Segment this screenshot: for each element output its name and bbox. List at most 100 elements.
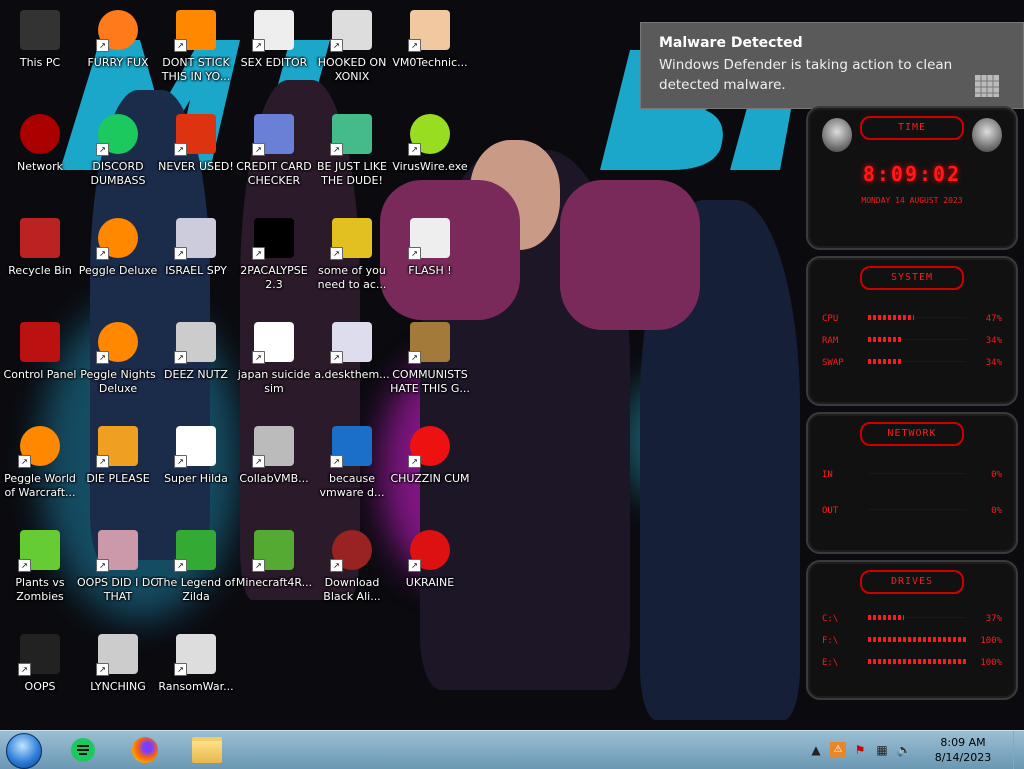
desktop-icon[interactable]: Control Panel [0,318,80,408]
drive-row-label: F:\ [822,636,839,646]
desktop-icon-label: This PC [19,56,61,69]
show-hidden-icons-chevron-icon[interactable]: ▲ [808,742,824,758]
shortcut-arrow-icon: ↗ [18,455,31,468]
desktop-icon[interactable]: ↗ OOPS [0,630,80,720]
desktop-icon-label: FURRY FUX [87,56,149,69]
shortcut-arrow-icon: ↗ [174,455,187,468]
dark-icon: ↗ [18,634,60,676]
taskbar-explorer-button[interactable] [182,733,232,767]
shortcut-arrow-icon: ↗ [330,247,343,260]
desktop-icon[interactable]: ↗ some of you need to ac... [312,214,392,304]
shortcut-arrow-icon: ↗ [174,663,187,676]
xonix-icon: ↗ [330,10,372,52]
desktop-icon[interactable]: ↗ FLASH ! [390,214,470,304]
desktop-icon[interactable]: ↗ FURRY FUX [78,6,158,96]
spy-icon: ↗ [174,218,216,260]
desktop-icon[interactable]: ↗ COMMUNISTS HATE THIS G... [390,318,470,408]
desktop-icon[interactable]: ↗ DISCORD DUMBASS [78,110,158,200]
desktop-icon[interactable]: ↗ CollabVMB... [234,422,314,512]
peggle-icon: ↗ [96,322,138,364]
desktop-icon[interactable]: ↗ Download Black Ali... [312,526,392,616]
notification-title: Malware Detected [659,35,803,51]
desktop-icon[interactable]: ↗ VirusWire.exe [390,110,470,200]
drives-header: DRIVES [860,570,964,594]
time-panel: TIME 8:09:02 MONDAY 14 AUGUST 2023 [806,106,1018,250]
desktop-icon[interactable]: ↗ CHUZZIN CUM [390,422,470,512]
desktop-icon-label: COMMUNISTS HATE THIS G... [390,368,470,395]
shortcut-arrow-icon: ↗ [252,351,265,364]
desktop-icon[interactable]: ↗ OOPS DID I DO THAT [77,526,159,616]
desktop-icon[interactable]: ↗ Peggle Nights Deluxe [78,318,158,408]
desktop-icon[interactable]: Network [0,110,80,200]
desktop-icon[interactable]: ↗ UKRAINE [390,526,470,616]
desktop-icon[interactable]: ↗ RansomWar... [156,630,236,720]
desktop-icon-label: DIE PLEASE [86,472,150,485]
desktop-icon-label: FLASH ! [408,264,452,277]
desktop-icon[interactable]: ↗ DIE PLEASE [78,422,158,512]
drive-row: E:\ 100% [808,652,1016,674]
desktop-icon[interactable]: ↗ a.deskthem... [312,318,392,408]
shortcut-arrow-icon: ↗ [408,559,421,572]
desktop-icon[interactable]: ↗ DEEZ NUTZ [156,318,236,408]
shortcut-arrow-icon: ↗ [252,247,265,260]
desktop-icon[interactable]: ↗ Minecraft4R... [234,526,314,616]
network-row-value: 0% [991,470,1002,480]
shortcut-arrow-icon: ↗ [96,455,109,468]
network-icon[interactable]: ▦ [874,742,890,758]
desktop-icon-label: DEEZ NUTZ [164,368,228,381]
desktop-icon[interactable]: ↗ LYNCHING [78,630,158,720]
desktop-icon[interactable]: ↗ SEX EDITOR [234,6,314,96]
show-desktop-button[interactable] [1013,731,1024,769]
desktop-icon[interactable]: ↗ because vmware d... [312,422,392,512]
malware-notification[interactable]: Malware Detected Windows Defender is tak… [640,22,1024,109]
money-bag-icon: ↗ [408,322,450,364]
action-center-flag-icon[interactable]: ⚑ [852,742,868,758]
desktop-icon-label: Minecraft4R... [235,576,313,589]
network-row: OUT 0% [808,500,1016,522]
taskbar-chat-button[interactable] [58,733,108,767]
desktop-icon-label: because vmware d... [319,472,385,499]
radiation-icon: ↗ [408,530,450,572]
start-button[interactable] [6,733,42,769]
peggle-icon: ↗ [18,426,60,468]
taskbar-firefox-button[interactable] [120,733,170,767]
desktop-icon[interactable]: ↗ Peggle World of Warcraft... [0,422,80,512]
dev-cpp-icon: ↗ [174,114,216,156]
desktop-icon[interactable]: ↗ CREDIT CARD CHECKER [234,110,314,200]
desktop-icon-label: Peggle Deluxe [78,264,158,277]
desktop-icon[interactable]: ↗ BE JUST LIKE THE DUDE! [312,110,392,200]
taskbar-clock[interactable]: 8:09 AM 8/14/2023 [923,735,1003,765]
desktop-icon[interactable]: ↗ NEVER USED! [156,110,236,200]
desktop-icon[interactable]: ↗ The Legend of Zilda [156,526,236,616]
network-panel: NETWORK IN 0% OUT 0% [806,412,1018,554]
desktop-icon[interactable]: ↗ Peggle Deluxe [78,214,158,304]
firefox-icon [132,737,158,763]
shortcut-arrow-icon: ↗ [252,143,265,156]
time-header: TIME [860,116,964,140]
system-row-bar [868,358,966,366]
shortcut-arrow-icon: ↗ [174,559,187,572]
desktop-icon[interactable]: ↗ japan suicide sim [234,318,314,408]
desktop-icon[interactable]: ↗ Super Hilda [156,422,236,512]
drive-row: F:\ 100% [808,630,1016,652]
desktop-icon-label: VirusWire.exe [392,160,468,173]
shortcut-arrow-icon: ↗ [96,559,109,572]
desktop-icon[interactable]: ↗ DONT STICK THIS IN YO... [156,6,236,96]
drive-row-value: 37% [985,614,1002,624]
desktop-icon[interactable]: ↗ 2PACALYPSE 2.3 [234,214,314,304]
desktop-icon-label: VM0Technic... [392,56,468,69]
desktop-icon-label: CollabVMB... [239,472,309,485]
desktop-icon[interactable]: ↗ VM0Technic... [390,6,470,96]
desktop-icon[interactable]: Recycle Bin [0,214,80,304]
desktop-icon[interactable]: This PC [0,6,80,96]
network-header: NETWORK [860,422,964,446]
desktop-icon[interactable]: ↗ ISRAEL SPY [156,214,236,304]
desktop-icon[interactable]: ↗ HOOKED ON XONIX [312,6,392,96]
tray-app-icon[interactable]: ⚠ [830,742,846,758]
drive-row-bar [868,658,966,666]
pixel-icon: ↗ [174,426,216,468]
volume-icon[interactable]: 🔈 [896,742,912,758]
system-row-bar-fill [868,336,902,342]
desktop-icon[interactable]: ↗ Plants vs Zombies [0,526,80,616]
shortcut-arrow-icon: ↗ [408,39,421,52]
